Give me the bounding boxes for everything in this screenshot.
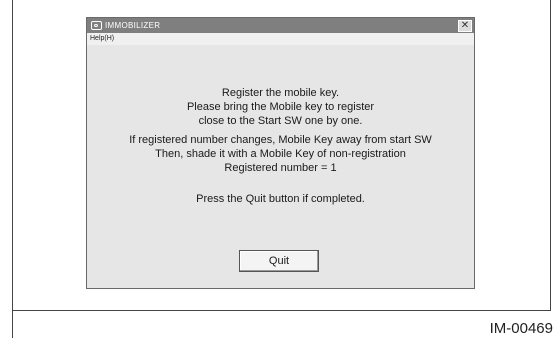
immobilizer-window: IMMOBILIZER ✕ Help(H) Register the mobil… (86, 17, 475, 289)
registered-number-text: Registered number = 1 (224, 162, 337, 174)
message-area: Register the mobile key. Please bring th… (87, 45, 474, 206)
message-line: Register the mobile key. (221, 87, 340, 99)
close-button[interactable]: ✕ (458, 19, 472, 32)
message-line: Please bring the Mobile key to register (186, 101, 375, 113)
figure-frame-left (12, 0, 13, 338)
title-bar[interactable]: IMMOBILIZER ✕ (87, 18, 474, 33)
app-icon (91, 21, 102, 30)
figure-frame-right (550, 0, 551, 310)
message-line: Then, shade it with a Mobile Key of non-… (155, 148, 406, 160)
quit-button[interactable]: Quit (239, 250, 319, 272)
figure-frame-bottom (12, 310, 551, 311)
menu-item-help[interactable]: Help(H) (90, 35, 114, 42)
message-line: close to the Start SW one by one. (198, 115, 363, 127)
window-title: IMMOBILIZER (105, 21, 161, 30)
message-line: If registered number changes, Mobile Key… (129, 134, 432, 146)
completion-instruction: Press the Quit button if completed. (196, 193, 365, 205)
menu-bar: Help(H) (87, 33, 474, 45)
figure-code: IM-00469 (489, 320, 553, 337)
